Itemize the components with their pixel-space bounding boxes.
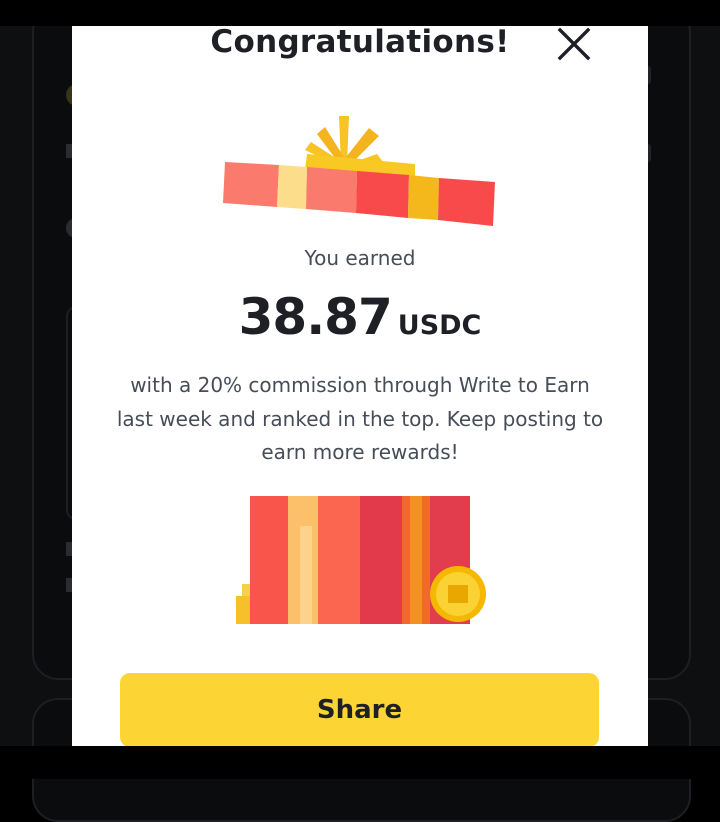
reward-message: with a 20% commission through Write to E… — [116, 373, 604, 464]
earned-unit: USDC — [397, 310, 482, 341]
earned-amount-row: 38.87 USDC — [72, 288, 648, 346]
gift-box-illustration — [222, 496, 502, 624]
gift-lid-illustration — [223, 116, 495, 226]
bottom-black-bar — [0, 746, 720, 779]
share-button[interactable]: Share — [120, 673, 599, 746]
earned-amount: 38.87 — [238, 288, 393, 346]
earned-label: You earned — [304, 246, 416, 270]
close-button[interactable] — [556, 26, 592, 62]
top-black-bar — [0, 0, 720, 26]
reward-modal: Congratulations! You earned 38.87 USDC wi… — [72, 26, 648, 746]
close-icon — [557, 27, 591, 61]
coin-icon — [430, 566, 486, 622]
